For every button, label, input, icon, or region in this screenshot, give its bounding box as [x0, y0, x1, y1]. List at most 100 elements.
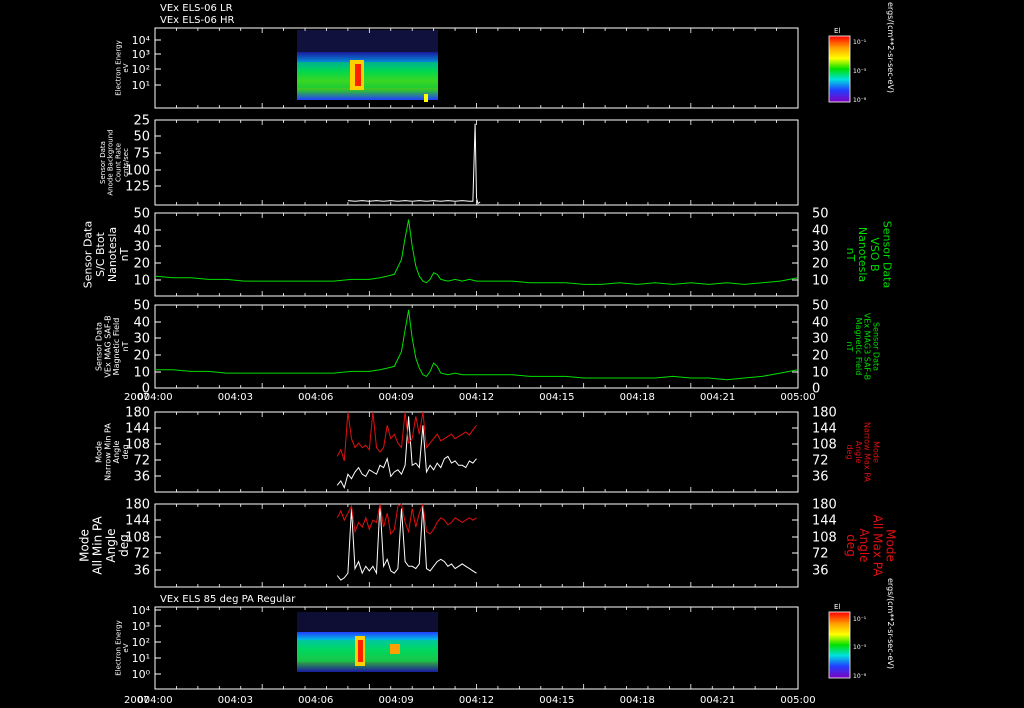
colorbar-top-title: El [834, 27, 840, 35]
time-tick-label: 004:00 [137, 695, 172, 706]
y-tick-label-right: 36 [812, 470, 829, 485]
series-line [336, 503, 477, 536]
y-tick-label-right: 40 [812, 224, 829, 239]
y-tick-label-right: 36 [812, 564, 829, 579]
ylabel-left: eV [122, 643, 130, 652]
ylabel-right: Angle [857, 528, 871, 562]
colorbar-bottom-gradient [828, 611, 851, 679]
ylabel-right: Mode [884, 529, 898, 562]
y-tick-label-right: 72 [812, 454, 829, 469]
y-tick-label-right: 10 [812, 274, 829, 289]
colorbar-top-label-mid: 10⁻⁵ [853, 68, 867, 75]
ylabel-right: VEx MAG3 SAF-B [863, 313, 872, 380]
colorbar-top-unit: ergs/(cm**2-sr-sec-eV) [886, 2, 895, 93]
spectrogram-top-band [297, 62, 438, 88]
y-tick-label: 30 [133, 332, 150, 347]
ylabel-left: Angle [104, 528, 118, 562]
ylabel-left: Angle [112, 441, 121, 464]
series-line [347, 123, 481, 205]
y-tick-label: 180 [125, 498, 150, 513]
ylabel-left: Sensor Data [82, 221, 95, 288]
bottom-panel-title: VEx ELS 85 deg PA Regular [160, 594, 296, 605]
time-tick-label: 004:12 [459, 695, 494, 706]
y-tick-label: 180 [125, 406, 150, 421]
time-tick-label: 004:18 [620, 392, 655, 403]
ylabel-right: Mode [871, 441, 880, 463]
time-tick-label: 004:06 [298, 695, 333, 706]
series-line [336, 503, 477, 581]
y-tick-label: 10² [132, 63, 150, 76]
ylabel-left: S/C Btot [94, 231, 107, 276]
y-tick-label: 10 [133, 366, 150, 381]
ylabel-right: deg [844, 534, 858, 557]
ylabel-right: Angle [854, 441, 863, 464]
ylabel-left: All Min PA [91, 515, 105, 574]
y-tick-label-right: 144 [812, 422, 837, 437]
time-tick-label: 004:21 [700, 392, 735, 403]
colorbar-top: El 10⁻¹ 10⁻⁵ 10⁻⁸ ergs/(cm**2-sr-sec-eV) [828, 2, 895, 104]
y-tick-label: 20 [133, 257, 150, 272]
y-tick-label: 72 [133, 547, 150, 562]
y-tick-label-right: 180 [812, 406, 837, 421]
y-tick-label-right: 20 [812, 257, 829, 272]
ylabel-right: All Max PA [870, 515, 884, 578]
colorbar-bottom: El 10⁻¹ 10⁻⁵ 10⁻⁸ ergs/(cm**2-sr-sec-eV) [828, 578, 895, 680]
ylabel-left: nT [121, 341, 130, 351]
time-tick-label: 004:09 [379, 695, 414, 706]
y-tick-label: 10⁴ [132, 34, 151, 47]
spectrogram-bottom-band [297, 640, 438, 662]
spectrogram-bottom [297, 612, 438, 672]
ylabel-left: nT [118, 247, 131, 261]
y-tick-label: 50 [133, 130, 150, 145]
time-tick-label: 004:00 [137, 392, 172, 403]
time-tick-label: 004:09 [379, 392, 414, 403]
spectrogram-bottom-hot-2 [390, 644, 400, 654]
ylabel-left: Narrow Min PA [103, 423, 112, 481]
spectrogram-top-core [355, 64, 361, 86]
time-tick-label: 004:15 [539, 695, 574, 706]
panel-6-frame [154, 503, 799, 588]
y-tick-label-right: 20 [812, 349, 829, 364]
ylabel-left: VEx MAG SAF-B [103, 315, 112, 377]
y-tick-label-right: 144 [812, 514, 837, 529]
y-tick-label: 10¹ [132, 652, 150, 665]
y-tick-label-right: 30 [812, 240, 829, 255]
y-tick-label-right: 108 [812, 438, 837, 453]
series-line [154, 219, 799, 285]
y-tick-label: 30 [133, 240, 150, 255]
ylabel-left: Mode [95, 441, 104, 463]
ylabel-right: Sensor Data [880, 221, 893, 288]
y-tick-label: 50 [133, 299, 150, 314]
y-tick-label: 10⁴ [132, 604, 151, 617]
y-tick-label-right: 50 [812, 299, 829, 314]
colorbar-top-gradient [828, 35, 851, 103]
y-tick-label: 25 [133, 114, 150, 129]
panel-7-frame [154, 606, 799, 690]
spectrogram-bottom-core [358, 640, 363, 662]
y-tick-label: 72 [133, 454, 150, 469]
ylabel-right: nT [844, 248, 857, 262]
y-tick-label-right: 40 [812, 316, 829, 331]
ylabel-left: cnts/sec [122, 148, 130, 177]
y-tick-label: 10³ [132, 620, 150, 633]
colorbar-bottom-title: El [834, 603, 840, 611]
y-tick-label-right: 10 [812, 366, 829, 381]
ylabel-left: Magnetic Field [112, 318, 121, 376]
ylabel-right: Magnetic Field [854, 318, 863, 376]
y-tick-label: 10⁰ [132, 668, 151, 681]
y-tick-label-right: 180 [812, 498, 837, 513]
ylabel-left: Sensor Data [95, 322, 104, 371]
colorbar-bottom-label-lo: 10⁻⁸ [853, 673, 867, 680]
multi-panel-chart: VEx ELS-06 LR VEx ELS-06 HR VEx ELS 85 d… [77, 2, 898, 706]
y-tick-label: 20 [133, 349, 150, 364]
time-tick-label: 004:03 [218, 392, 253, 403]
y-tick-label-right: 30 [812, 332, 829, 347]
y-tick-label: 10 [133, 274, 150, 289]
ylabel-right: Nanotesla [856, 227, 869, 282]
spectrogram-top-noise [297, 30, 438, 52]
time-tick-label: 004:03 [218, 695, 253, 706]
y-tick-label: 75 [133, 147, 150, 162]
y-tick-label: 10¹ [132, 79, 150, 92]
y-tick-label: 36 [133, 564, 150, 579]
y-tick-label: 36 [133, 470, 150, 485]
